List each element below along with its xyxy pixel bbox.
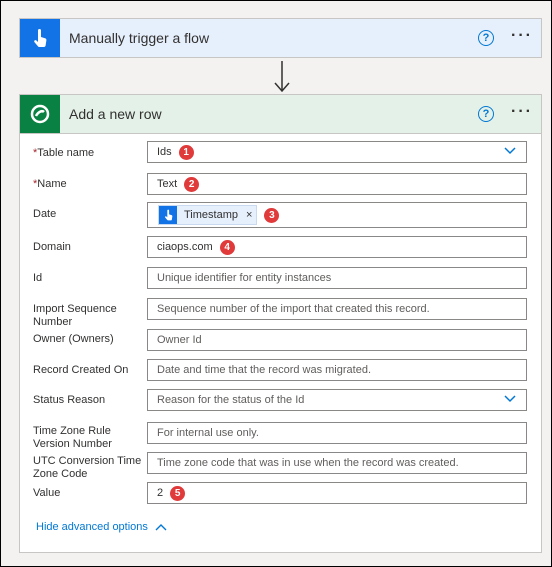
trigger-help-icon[interactable]: ?	[478, 30, 494, 46]
table-name-value: Ids	[157, 146, 172, 158]
chevron-down-icon[interactable]	[504, 147, 516, 155]
dataverse-icon	[20, 95, 60, 133]
callout-badge-4: 4	[219, 239, 235, 255]
tz-rule-label: Time Zone Rule Version Number	[33, 425, 112, 450]
touch-hand-icon	[20, 19, 60, 57]
connector-arrow-icon	[274, 61, 290, 93]
record-created-field[interactable]: Date and time that the record was migrat…	[147, 359, 527, 381]
status-reason-select[interactable]: Reason for the status of the Id	[147, 389, 527, 411]
table-name-label: *Table name	[33, 147, 95, 159]
tz-rule-placeholder: For internal use only.	[157, 427, 259, 439]
record-created-placeholder: Date and time that the record was migrat…	[157, 364, 371, 376]
id-placeholder: Unique identifier for entity instances	[157, 272, 332, 284]
timestamp-token[interactable]: Timestamp ×	[158, 205, 258, 225]
callout-badge-3: 3	[264, 207, 280, 223]
hide-advanced-options-link[interactable]: Hide advanced options	[36, 521, 167, 533]
value-field[interactable]: 2 5	[147, 482, 527, 504]
utc-tz-placeholder: Time zone code that was in use when the …	[157, 457, 459, 469]
domain-field[interactable]: ciaops.com 4	[147, 236, 527, 258]
touch-hand-icon	[159, 206, 177, 224]
action-more-button[interactable]: ···	[511, 103, 533, 121]
chevron-up-icon	[155, 524, 167, 531]
action-header[interactable]: Add a new row ? ···	[20, 95, 541, 134]
value-label: Value	[33, 487, 61, 499]
action-help-icon[interactable]: ?	[478, 106, 494, 122]
id-field[interactable]: Unique identifier for entity instances	[147, 267, 527, 289]
table-name-select[interactable]: Ids 1	[147, 141, 527, 163]
action-title: Add a new row	[69, 106, 162, 122]
owner-placeholder: Owner Id	[157, 334, 202, 346]
import-sequence-field[interactable]: Sequence number of the import that creat…	[147, 298, 527, 320]
owner-label: Owner (Owners)	[33, 333, 114, 345]
utc-tz-label: UTC Conversion Time Zone Code	[33, 455, 142, 480]
domain-label: Domain	[33, 241, 71, 253]
add-row-card: Add a new row ? ··· *Table name Ids 1 *N…	[19, 94, 542, 553]
date-label: Date	[33, 208, 57, 220]
callout-badge-1: 1	[178, 144, 194, 160]
status-reason-label: Status Reason	[33, 394, 106, 406]
trigger-card[interactable]: Manually trigger a flow ? ···	[19, 18, 542, 58]
name-label: *Name	[33, 178, 67, 190]
owner-field[interactable]: Owner Id	[147, 329, 527, 351]
value-value: 2	[157, 487, 164, 499]
import-sequence-placeholder: Sequence number of the import that creat…	[157, 303, 430, 315]
domain-value: ciaops.com	[157, 241, 213, 253]
remove-token-icon[interactable]: ×	[246, 209, 252, 221]
utc-tz-field[interactable]: Time zone code that was in use when the …	[147, 452, 527, 474]
import-sequence-label: Import Sequence Number	[33, 303, 117, 328]
trigger-title: Manually trigger a flow	[69, 30, 210, 46]
callout-badge-5: 5	[170, 485, 186, 501]
record-created-label: Record Created On	[33, 364, 129, 376]
tz-rule-field[interactable]: For internal use only.	[147, 422, 527, 444]
date-field[interactable]: Timestamp × 3	[147, 202, 527, 228]
name-value: Text	[157, 178, 178, 190]
flow-canvas: Manually trigger a flow ? ··· Add a new …	[0, 0, 552, 567]
trigger-more-button[interactable]: ···	[511, 27, 533, 45]
callout-badge-2: 2	[184, 176, 200, 192]
name-field[interactable]: Text 2	[147, 173, 527, 195]
status-reason-placeholder: Reason for the status of the Id	[157, 394, 305, 406]
hide-advanced-options-label: Hide advanced options	[36, 521, 148, 533]
id-label: Id	[33, 272, 43, 284]
timestamp-token-label: Timestamp	[184, 209, 238, 221]
chevron-down-icon[interactable]	[504, 395, 516, 403]
